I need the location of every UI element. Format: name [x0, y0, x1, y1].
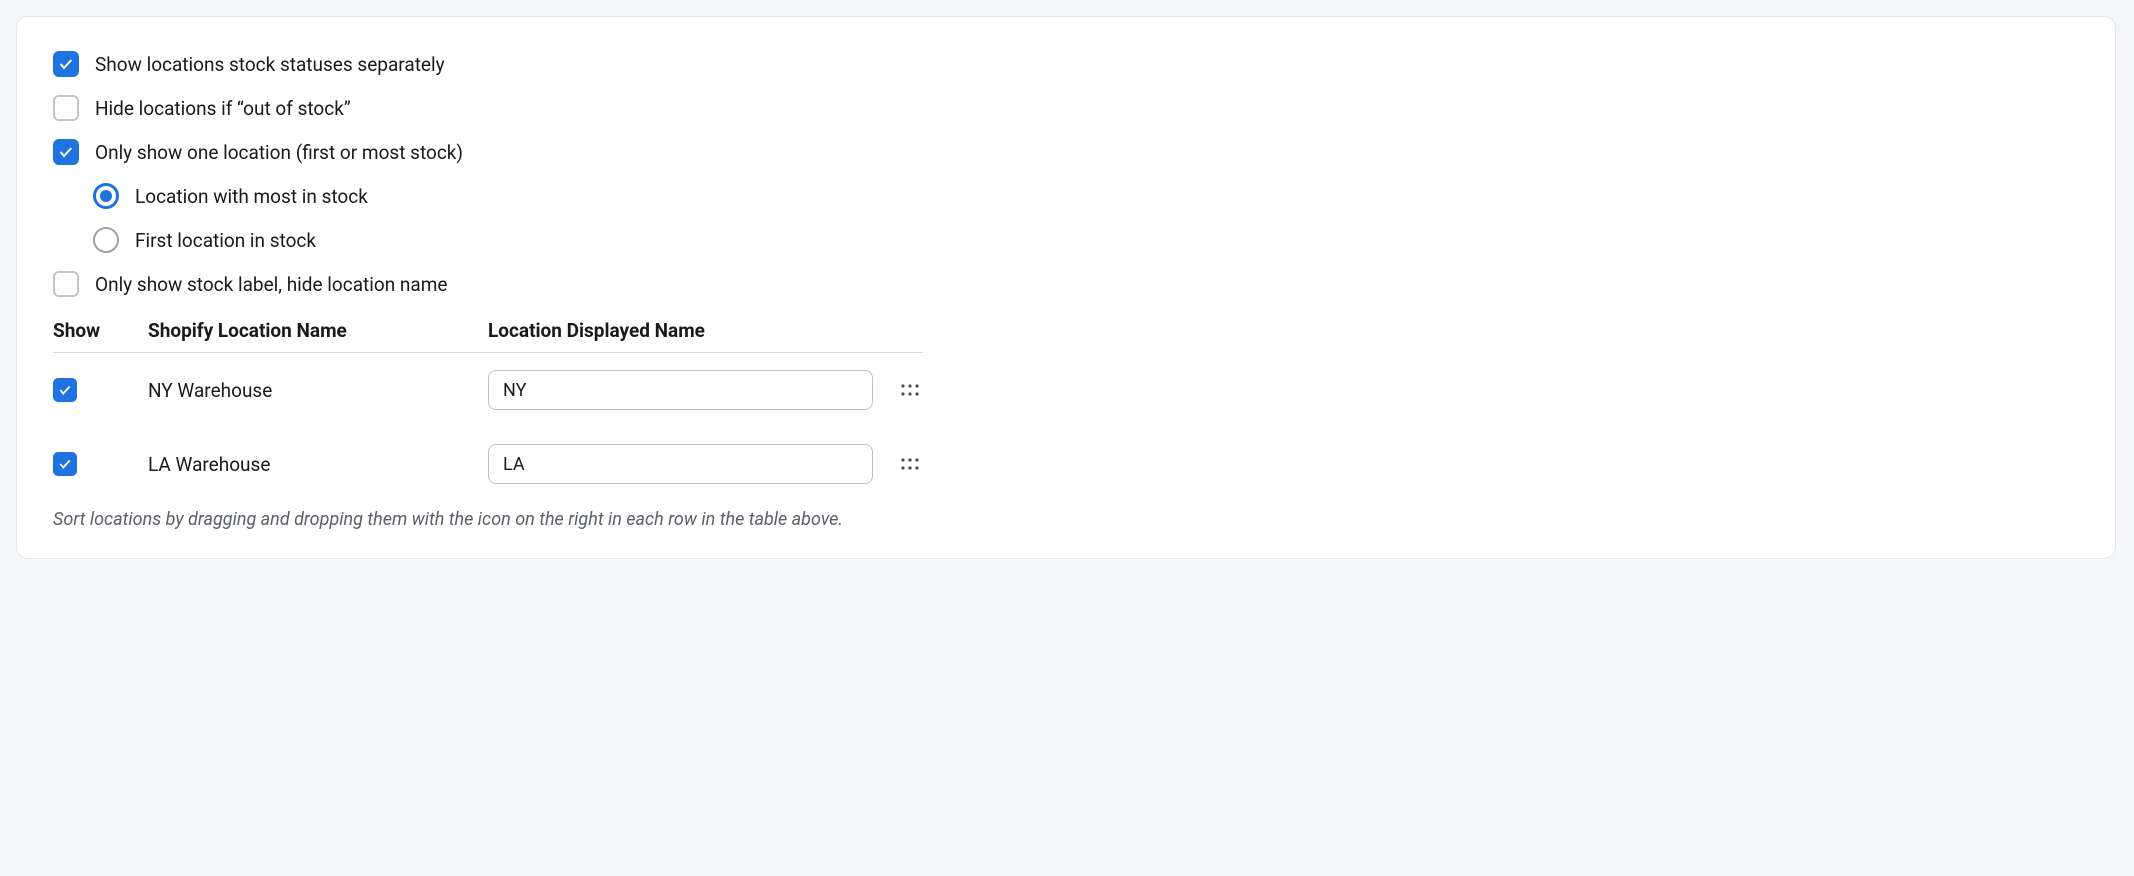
- option-label: Hide locations if “out of stock”: [95, 97, 351, 120]
- option-radio-most: Location with most in stock: [93, 183, 2079, 209]
- row-location-name: LA Warehouse: [148, 453, 488, 476]
- option-label: Only show one location (first or most st…: [95, 141, 463, 164]
- table-header: Show Shopify Location Name Location Disp…: [53, 319, 923, 353]
- row-show-checkbox[interactable]: [53, 452, 77, 476]
- option-label: Location with most in stock: [135, 185, 368, 208]
- checkbox-show-separately[interactable]: [53, 51, 79, 77]
- option-only-one: Only show one location (first or most st…: [53, 139, 2079, 165]
- sort-hint-text: Sort locations by dragging and dropping …: [53, 509, 2079, 530]
- check-icon: [58, 457, 72, 471]
- drag-handle-icon[interactable]: [878, 457, 920, 471]
- option-label: Show locations stock statuses separately: [95, 53, 445, 76]
- option-label: First location in stock: [135, 229, 316, 252]
- check-icon: [58, 56, 74, 72]
- row-location-name: NY Warehouse: [148, 379, 488, 402]
- option-show-separately: Show locations stock statuses separately: [53, 51, 2079, 77]
- radio-most-stock[interactable]: [93, 183, 119, 209]
- header-name: Shopify Location Name: [148, 319, 488, 342]
- row-display-name-input[interactable]: [488, 444, 873, 484]
- option-label: Only show stock label, hide location nam…: [95, 273, 447, 296]
- check-icon: [58, 144, 74, 160]
- drag-handle-icon[interactable]: [878, 383, 920, 397]
- row-display-name-input[interactable]: [488, 370, 873, 410]
- option-radio-first: First location in stock: [93, 227, 2079, 253]
- option-only-label: Only show stock label, hide location nam…: [53, 271, 2079, 297]
- radio-first-stock[interactable]: [93, 227, 119, 253]
- checkbox-only-one[interactable]: [53, 139, 79, 165]
- checkbox-hide-if-out[interactable]: [53, 95, 79, 121]
- table-row: NY Warehouse: [53, 353, 923, 427]
- option-hide-if-out: Hide locations if “out of stock”: [53, 95, 2079, 121]
- checkbox-only-label[interactable]: [53, 271, 79, 297]
- header-disp: Location Displayed Name: [488, 319, 878, 342]
- locations-table: Show Shopify Location Name Location Disp…: [53, 319, 923, 501]
- header-show: Show: [53, 319, 148, 342]
- locations-settings-panel: Show locations stock statuses separately…: [16, 16, 2116, 559]
- table-row: LA Warehouse: [53, 427, 923, 501]
- check-icon: [58, 383, 72, 397]
- row-show-checkbox[interactable]: [53, 378, 77, 402]
